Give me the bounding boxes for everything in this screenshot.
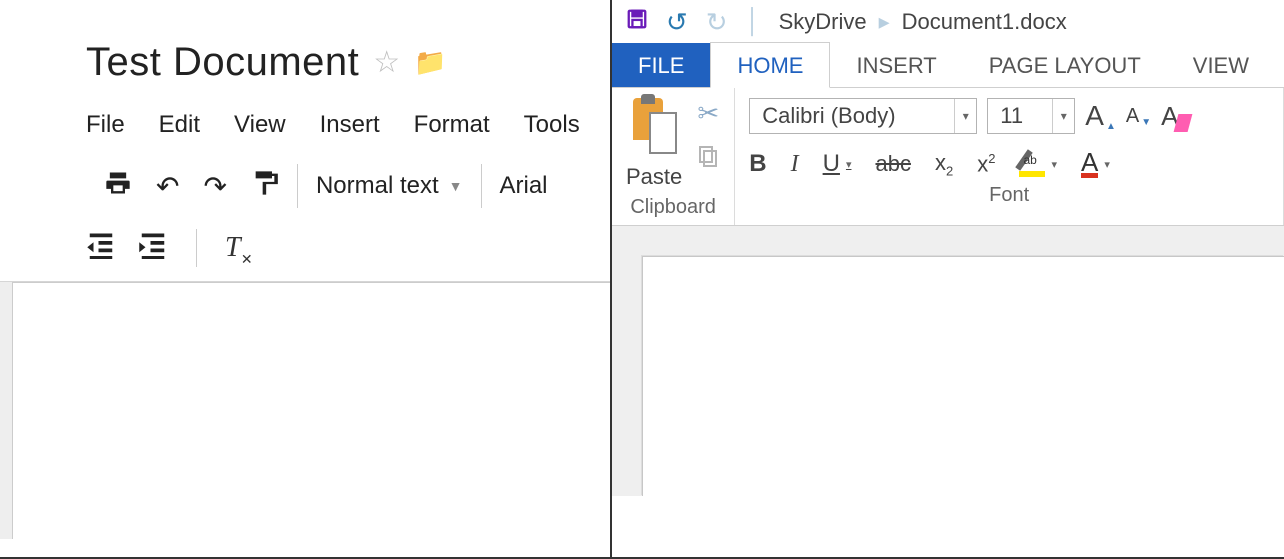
strikethrough-button[interactable]: abc (875, 151, 910, 177)
canvas-area (612, 226, 1284, 496)
group-label-font: Font (989, 184, 1029, 207)
print-icon[interactable] (104, 169, 132, 204)
chevron-down-icon: ▾ (1104, 158, 1110, 171)
bold-button[interactable]: B (749, 150, 766, 178)
paste-button[interactable]: Paste (626, 98, 682, 190)
ribbon-tabs: FILE HOME INSERT PAGE LAYOUT VIEW (612, 44, 1284, 88)
save-icon[interactable] (626, 8, 648, 37)
grow-font-icon[interactable]: A▲ (1085, 100, 1116, 132)
separator (196, 229, 197, 267)
menu-edit[interactable]: Edit (159, 111, 200, 139)
folder-icon[interactable]: 📁 (414, 47, 446, 78)
cut-icon[interactable]: ✂ (697, 98, 719, 129)
menu-bar: File Edit View Insert Format Tools (0, 99, 610, 157)
paste-label: Paste (626, 164, 682, 190)
clear-formatting-icon[interactable]: T✕ (225, 232, 241, 264)
breadcrumb-file: Document1.docx (902, 9, 1067, 35)
title-bar: Test Document ☆ 📁 (0, 0, 610, 99)
tab-view[interactable]: VIEW (1167, 43, 1275, 87)
font-size-value: 11 (988, 103, 1035, 129)
menu-insert[interactable]: Insert (320, 111, 380, 139)
paragraph-style-dropdown[interactable]: Normal text ▼ (316, 172, 463, 200)
undo-icon[interactable]: ↺ (666, 7, 688, 38)
chevron-down-icon: ▾ (954, 99, 976, 133)
document-title[interactable]: Test Document (86, 40, 359, 85)
subscript-button[interactable]: x2 (935, 150, 953, 178)
paint-format-icon[interactable] (251, 168, 279, 205)
group-label-clipboard: Clipboard (630, 196, 716, 219)
tab-page-layout[interactable]: PAGE LAYOUT (963, 43, 1167, 87)
chevron-down-icon: ▾ (1052, 99, 1074, 133)
ribbon-group-clipboard: Paste ✂ Clipboard (612, 88, 735, 225)
breadcrumb[interactable]: SkyDrive ▸ Document1.docx (779, 9, 1067, 35)
breadcrumb-root: SkyDrive (779, 9, 867, 35)
tab-insert[interactable]: INSERT (830, 43, 962, 87)
undo-icon[interactable]: ↶ (156, 170, 179, 203)
text-highlight-button[interactable]: ab ▾ (1019, 151, 1057, 177)
toolbar-row-2: T✕ (0, 215, 610, 281)
superscript-button[interactable]: x2 (977, 151, 995, 177)
menu-tools[interactable]: Tools (524, 111, 580, 139)
italic-button[interactable]: I (791, 151, 799, 178)
document-canvas[interactable] (642, 256, 1284, 496)
menu-format[interactable]: Format (414, 111, 490, 139)
font-size-combo[interactable]: 11 ▾ (987, 98, 1075, 134)
document-canvas[interactable] (12, 282, 610, 539)
menu-file[interactable]: File (86, 111, 125, 139)
tab-home[interactable]: HOME (710, 42, 830, 88)
ms-word-pane: ↺ ↻ │ SkyDrive ▸ Document1.docx FILE HOM… (612, 0, 1284, 559)
google-docs-pane: Test Document ☆ 📁 File Edit View Insert … (0, 0, 612, 559)
chevron-down-icon: ▾ (1051, 158, 1057, 171)
canvas-area (0, 281, 610, 539)
highlight-icon: ab (1019, 151, 1045, 177)
underline-button[interactable]: U▾ (823, 150, 852, 178)
redo-icon[interactable]: ↷ (203, 170, 226, 203)
ribbon-group-font: Calibri (Body) ▾ 11 ▾ A▲ A▼ A B I U▾ abc (735, 88, 1284, 225)
font-family-combo[interactable]: Calibri (Body) ▾ (749, 98, 977, 134)
paragraph-style-value: Normal text (316, 172, 439, 200)
copy-icon[interactable] (696, 143, 720, 176)
decrease-indent-icon[interactable] (86, 233, 116, 264)
font-family-value: Calibri (Body) (750, 103, 907, 129)
font-family-dropdown[interactable]: Arial (482, 172, 548, 200)
font-color-icon: A (1081, 151, 1098, 178)
redo-icon[interactable]: ↻ (706, 7, 728, 38)
chevron-right-icon: ▸ (879, 9, 890, 35)
font-color-button[interactable]: A ▾ (1081, 151, 1110, 178)
paste-icon (629, 98, 679, 160)
quick-access-toolbar: ↺ ↻ │ SkyDrive ▸ Document1.docx (612, 0, 1284, 44)
menu-view[interactable]: View (234, 111, 286, 139)
toolbar: ↶ ↷ Normal text ▼ Arial (0, 157, 610, 215)
clear-formatting-icon[interactable]: A (1161, 101, 1190, 132)
tab-file[interactable]: FILE (612, 43, 710, 87)
increase-indent-icon[interactable] (138, 233, 168, 264)
separator: │ (746, 8, 761, 36)
chevron-down-icon: ▼ (449, 178, 463, 194)
ribbon: Paste ✂ Clipboard Calibri (Body) (612, 88, 1284, 226)
star-icon[interactable]: ☆ (373, 45, 400, 80)
shrink-font-icon[interactable]: A▼ (1126, 105, 1151, 128)
